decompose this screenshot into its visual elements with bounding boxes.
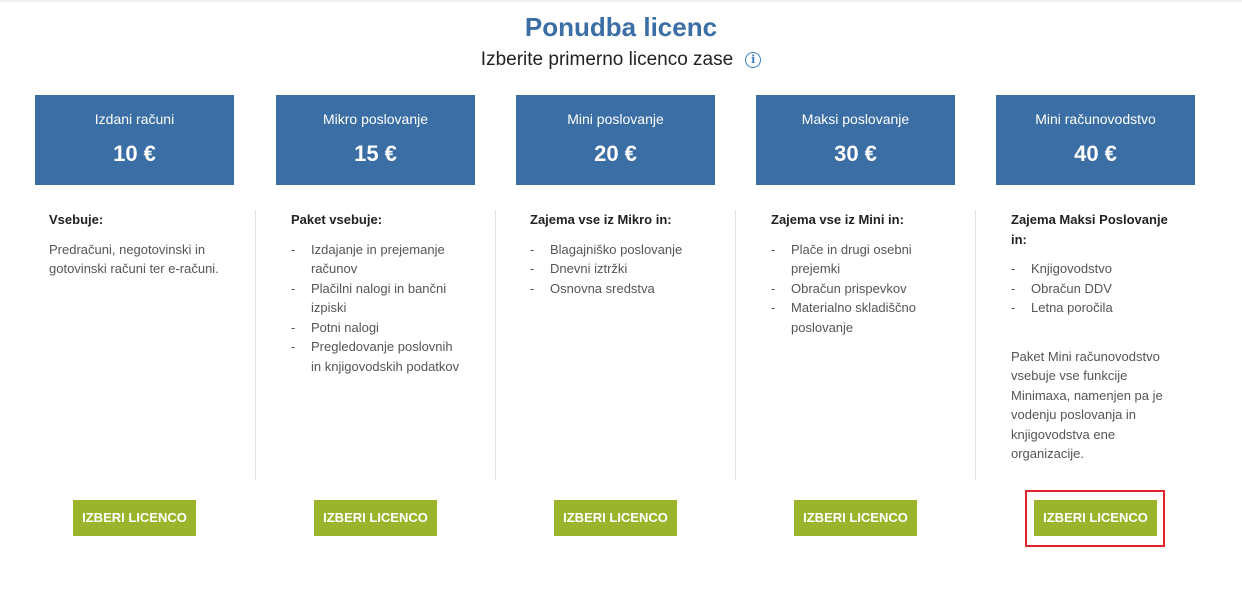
top-border-line [0,0,1242,2]
column-divider [495,210,496,480]
plan-name: Mini poslovanje [567,111,664,127]
plan-body-izdani-racuni: Vsebuje: Predračuni, negotovinski in got… [49,210,219,279]
plan-header-mini-poslovanje: Mini poslovanje 20 € [516,95,715,185]
feature-item: Pregledovanje poslovnih in knjigovodskih… [291,337,461,376]
plan-body-mikro-poslovanje: Paket vsebuje: Izdajanje in prejemanje r… [291,210,461,376]
feature-item: Obračun prispevkov [771,279,941,299]
plan-price: 10 € [113,141,156,166]
page-title: Ponudba licenc [524,12,718,42]
column-divider [255,210,256,480]
choose-license-button-izdani-racuni[interactable]: IZBERI LICENCO [73,500,196,536]
info-icon[interactable]: i [745,52,762,68]
plan-body-mini-poslovanje: Zajema vse iz Mikro in: Blagajniško posl… [530,210,700,298]
feature-item: Plačilni nalogi in bančni izpiski [291,279,461,318]
feature-item: Osnovna sredstva [530,279,700,299]
feature-item: Obračun DDV [1011,279,1181,299]
plan-features-heading: Zajema Maksi Poslovanje in: [1011,212,1168,247]
choose-license-button-mini-racunovodstvo[interactable]: IZBERI LICENCO [1034,500,1157,536]
plan-price: 30 € [834,141,877,166]
plan-header-izdani-racuni: Izdani računi 10 € [35,95,234,185]
feature-item: Materialno skladiščno poslovanje [771,298,941,337]
plan-note: Paket Mini računovodstvo vsebuje vse fun… [1011,348,1163,462]
feature-item: Letna poročila [1011,298,1181,318]
feature-list: Blagajniško poslovanje Dnevni iztržki Os… [530,240,700,299]
page-subtitle: Izberite primerno licenco zase i [0,49,1242,71]
plan-header-mikro-poslovanje: Mikro poslovanje 15 € [276,95,475,185]
plan-price: 20 € [594,141,637,166]
feature-item: Izdajanje in prejemanje računov [291,240,461,279]
feature-item: Plače in drugi osebni prejemki [771,240,941,279]
plan-features-heading: Vsebuje: [49,212,104,227]
plan-description: Predračuni, negotovinski in gotovinski r… [49,241,219,277]
feature-item: Knjigovodstvo [1011,259,1181,279]
plan-price: 15 € [354,141,397,166]
feature-list: Izdajanje in prejemanje računov Plačilni… [291,240,461,377]
plan-body-mini-racunovodstvo: Zajema Maksi Poslovanje in: Knjigovodstv… [1011,210,1181,464]
plan-features-heading: Zajema vse iz Mikro in: [530,212,672,227]
plan-name: Mini računovodstvo [1035,111,1156,127]
plan-name: Izdani računi [94,111,175,127]
feature-list: Plače in drugi osebni prejemki Obračun p… [771,240,941,338]
plan-name: Maksi poslovanje [801,111,910,127]
column-divider [975,210,976,480]
plan-features-heading: Zajema vse iz Mini in: [771,212,904,227]
feature-item: Blagajniško poslovanje [530,240,700,260]
choose-license-button-mini-poslovanje[interactable]: IZBERI LICENCO [554,500,677,536]
choose-license-button-mikro-poslovanje[interactable]: IZBERI LICENCO [314,500,437,536]
feature-item: Dnevni iztržki [530,259,700,279]
feature-item: Potni nalogi [291,318,461,338]
plan-body-maksi-poslovanje: Zajema vse iz Mini in: Plače in drugi os… [771,210,941,337]
plan-features-heading: Paket vsebuje: [291,212,383,227]
feature-list: Knjigovodstvo Obračun DDV Letna poročila [1011,259,1181,318]
plan-price: 40 € [1074,141,1117,166]
subtitle-text: Izberite primerno licenco zase [480,49,734,70]
plan-name: Mikro poslovanje [322,111,429,127]
plan-header-maksi-poslovanje: Maksi poslovanje 30 € [756,95,955,185]
choose-license-button-maksi-poslovanje[interactable]: IZBERI LICENCO [794,500,917,536]
plan-header-mini-racunovodstvo: Mini računovodstvo 40 € [996,95,1195,185]
column-divider [735,210,736,480]
